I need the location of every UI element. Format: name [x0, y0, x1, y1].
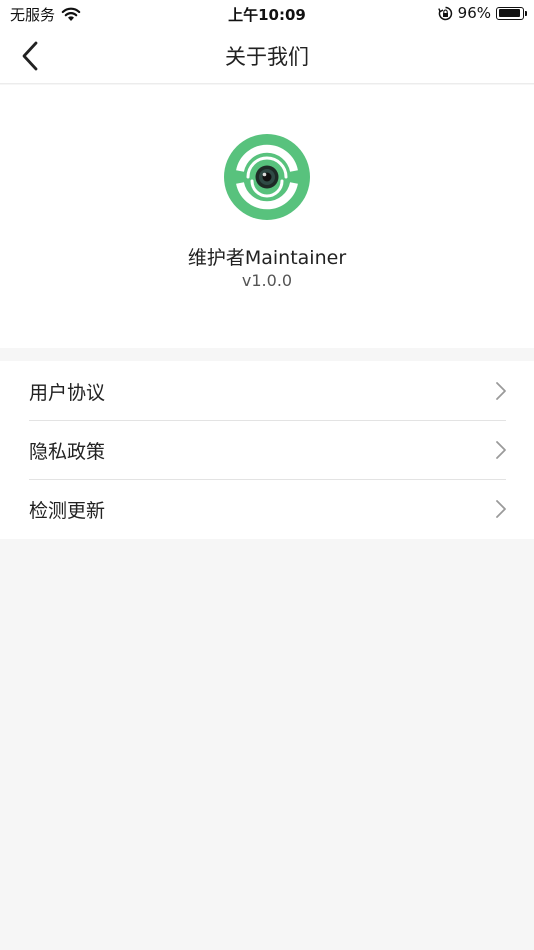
menu-item-check-update[interactable]: 检测更新	[0, 479, 534, 538]
battery-icon	[496, 6, 527, 20]
navigation-bar: 关于我们	[0, 28, 534, 84]
menu-item-privacy-policy[interactable]: 隐私政策	[0, 420, 534, 479]
status-right: 96%	[437, 4, 527, 22]
menu-item-label: 检测更新	[29, 500, 106, 522]
app-name: 维护者Maintainer	[187, 247, 347, 269]
menu-list: 用户协议 隐私政策 检测更新	[0, 361, 534, 539]
rotation-lock-icon	[437, 6, 452, 20]
chevron-right-icon	[496, 441, 506, 459]
chevron-right-icon	[496, 382, 506, 400]
app-logo	[224, 134, 310, 220]
battery-percent: 96%	[457, 4, 491, 22]
battery-fill	[498, 9, 520, 17]
battery-cap	[525, 10, 527, 16]
menu-item-label: 用户协议	[29, 382, 106, 404]
about-section: 维护者Maintainer v1.0.0	[0, 85, 534, 348]
menu-item-label: 隐私政策	[29, 441, 106, 463]
status-bar: 无服务 上午10:09 96%	[0, 0, 534, 28]
app-version: v1.0.0	[241, 271, 293, 290]
page-title: 关于我们	[225, 45, 309, 69]
menu-item-user-agreement[interactable]: 用户协议	[0, 361, 534, 420]
chevron-right-icon	[496, 500, 506, 518]
